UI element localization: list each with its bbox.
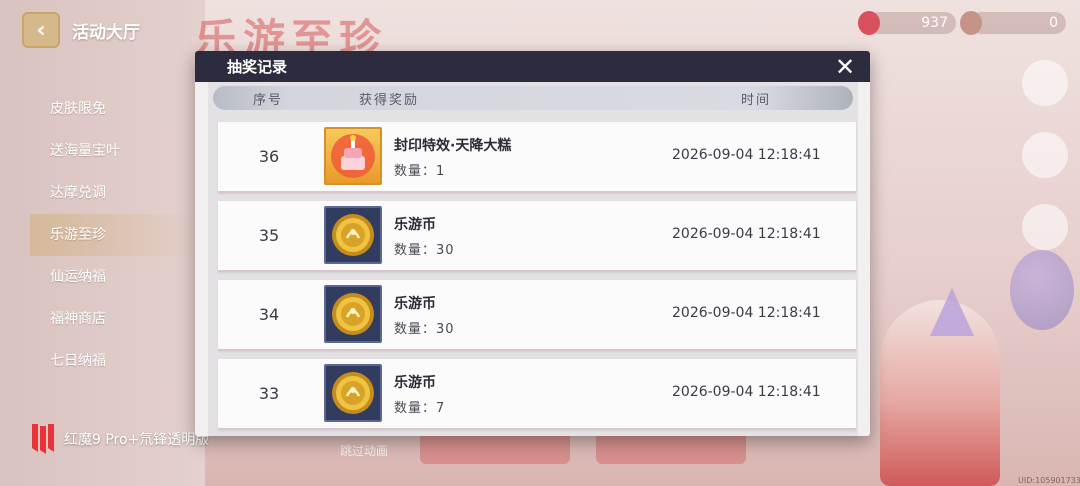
cake-effect-icon[interactable] <box>324 127 382 185</box>
currency-tickets[interactable]: 0 <box>960 11 1066 35</box>
gem-icon <box>858 11 880 35</box>
record-row: 34 乐游币 数量：30 2026-09-04 12:18:41 <box>218 280 856 351</box>
record-time: 2026-09-04 12:18:41 <box>672 305 821 321</box>
back-arrow-icon[interactable]: ‹ <box>22 12 60 48</box>
record-row: 36 封印特效·天降大糕 数量：1 2026-09-04 12:18:41 <box>218 122 856 193</box>
record-list[interactable]: 序号 获得奖励 时间 36 封印特效·天降大糕 数量：1 2026-09-04 … <box>208 82 858 436</box>
modal-title: 抽奖记录 <box>227 58 288 76</box>
balloon-decoration <box>1010 250 1074 330</box>
sidebar-item-skin-free[interactable]: 皮肤限免 <box>30 88 200 130</box>
party-hat-decoration <box>930 288 974 336</box>
notes-icon[interactable] <box>1022 132 1068 178</box>
cat-icon[interactable] <box>1022 60 1068 106</box>
back-title: 活动大厅 <box>72 22 140 43</box>
currency-tickets-value: 0 <box>1049 15 1058 31</box>
sidebar-item-leyou-treasure[interactable]: 乐游至珍 <box>30 214 200 256</box>
right-side-icons <box>1018 60 1074 276</box>
sidebar-item-fortune-shop[interactable]: 福神商店 <box>30 298 200 340</box>
watermark-text: 红魔9 Pro+氘锋透明版 <box>64 432 210 448</box>
sidebar-item-fortune[interactable]: 仙运纳福 <box>30 256 200 298</box>
sidebar-item-send-leaves[interactable]: 送海量宝叶 <box>30 130 200 172</box>
coin-icon[interactable] <box>324 206 382 264</box>
reward-name: 封印特效·天降大糕 <box>394 138 512 154</box>
sidebar-item-daruma-exchange[interactable]: 达摩兑调 <box>30 172 200 214</box>
skip-animation-toggle[interactable]: 跳过动画 <box>340 442 388 459</box>
event-menu: 皮肤限免 送海量宝叶 达摩兑调 乐游至珍 仙运纳福 福神商店 七日纳福 <box>30 88 200 382</box>
coin-icon[interactable] <box>324 285 382 343</box>
reward-name: 乐游币 <box>394 296 436 312</box>
reward-quantity: 数量：7 <box>394 401 446 416</box>
record-index: 33 <box>258 384 280 403</box>
coin-icon[interactable] <box>324 364 382 422</box>
reward-quantity: 数量：1 <box>394 164 446 179</box>
sidebar-item-seven-day[interactable]: 七日纳福 <box>30 340 200 382</box>
record-row: 35 乐游币 数量：30 2026-09-04 12:18:41 <box>218 201 856 272</box>
modal-header: 抽奖记录 ✕ <box>195 51 870 82</box>
column-header-bar: 序号 获得奖励 时间 <box>213 86 853 110</box>
redmagic-logo-icon <box>32 424 54 454</box>
device-watermark: 红魔9 Pro+氘锋透明版 <box>28 422 209 456</box>
reward-quantity: 数量：30 <box>394 243 455 258</box>
back-navigation[interactable]: ‹ 活动大厅 <box>22 10 172 50</box>
currency-gems-value: 937 <box>921 15 948 31</box>
record-index: 35 <box>258 226 280 245</box>
draw-record-modal: 抽奖记录 ✕ 序号 获得奖励 时间 36 封印特效·天降大糕 数量：1 2026… <box>195 51 870 436</box>
reward-name: 乐游币 <box>394 375 436 391</box>
uid-label: UID:1059017334 <box>1018 476 1080 485</box>
record-row: 33 乐游币 数量：7 2026-09-04 12:18:41 <box>218 359 856 430</box>
record-time: 2026-09-04 12:18:41 <box>672 384 821 400</box>
close-icon[interactable]: ✕ <box>832 54 858 80</box>
shrine-icon[interactable] <box>1022 204 1068 250</box>
record-time: 2026-09-04 12:18:41 <box>672 226 821 242</box>
column-reward: 获得奖励 <box>359 93 420 108</box>
column-time: 时间 <box>741 93 772 108</box>
record-index: 36 <box>258 147 280 166</box>
currency-gems[interactable]: 937 <box>858 11 956 35</box>
reward-name: 乐游币 <box>394 217 436 233</box>
column-index: 序号 <box>253 93 284 108</box>
record-index: 34 <box>258 305 280 324</box>
record-time: 2026-09-04 12:18:41 <box>672 147 821 163</box>
ticket-icon <box>960 11 982 35</box>
reward-quantity: 数量：30 <box>394 322 455 337</box>
